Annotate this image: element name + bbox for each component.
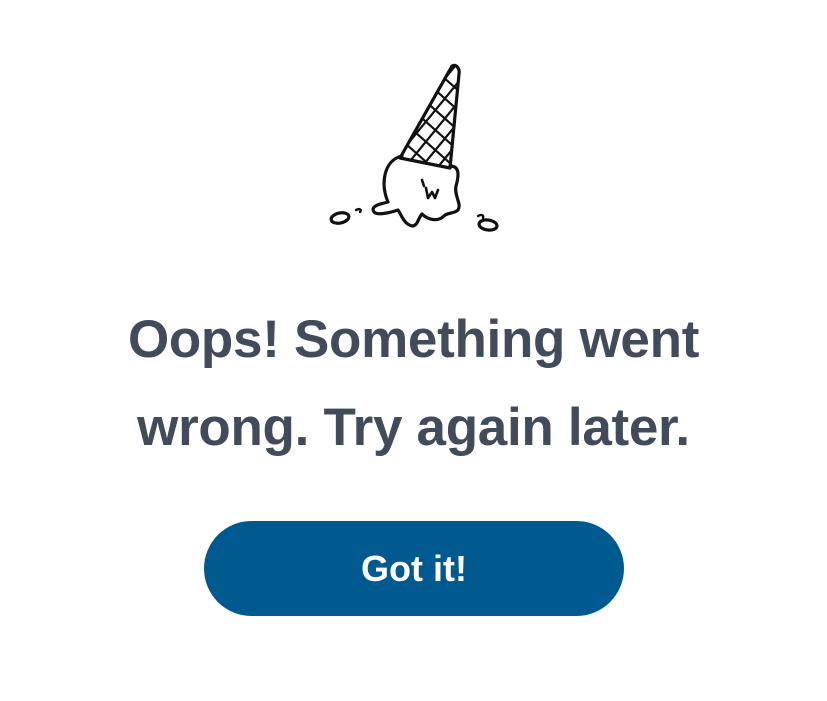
dropped-ice-cream-cone-icon xyxy=(329,63,499,232)
error-dialog: Oops! Something went wrong. Try again la… xyxy=(0,0,827,701)
error-message: Oops! Something went wrong. Try again la… xyxy=(127,310,700,457)
got-it-button[interactable]: Got it! xyxy=(204,521,624,616)
